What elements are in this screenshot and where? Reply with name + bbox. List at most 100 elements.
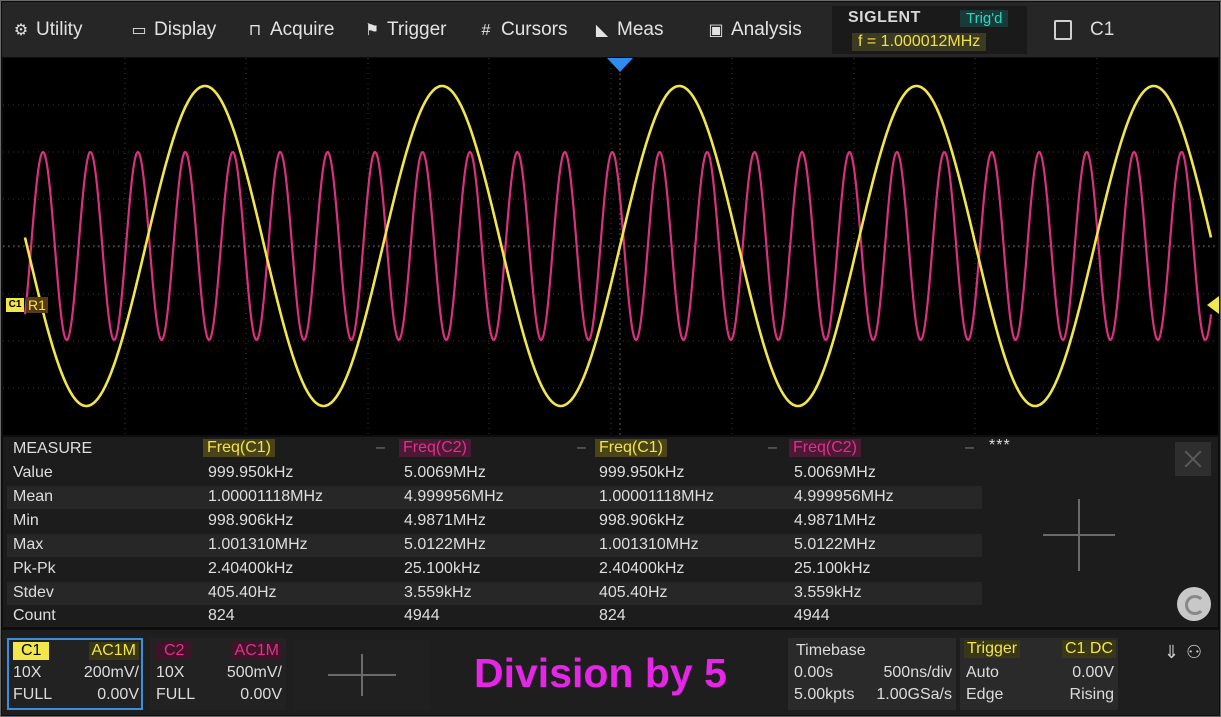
measure-cell: 4944 [794,607,830,624]
timebase-settings[interactable]: Timebase 0.00s 500ns/div 5.00kpts 1.00GS… [788,638,956,710]
trigger-type: Edge [966,686,1004,703]
channel2-name: C2 [156,642,193,660]
measure-cell: 824 [599,607,626,624]
measure-row: Value 999.950kHz 5.0069MHz 999.950kHz 5.… [7,462,982,485]
measure-cell: 998.906kHz [208,512,294,529]
measure-row-label: Max [13,536,44,553]
measure-cell: 3.559kHz [794,584,862,601]
trigger-mode: Auto [966,664,999,681]
measure-row: Count 824 4944 824 4944 [7,605,982,628]
menu-trigger-label: Trigger [387,19,447,40]
menu-acquire-label: Acquire [270,19,335,40]
measure-cell: 2.40400kHz [208,560,294,577]
measure-cell: 4.999956MHz [404,488,504,505]
analysis-icon: ▣ [708,22,724,39]
menu-cursors-label: Cursors [501,19,568,40]
flag-icon: ⚑ [364,22,380,39]
trigger-frequency-readout: f = 1.000012MHz [852,33,987,51]
measure-row: Stdev 405.40Hz 3.559kHz 405.40Hz 3.559kH… [7,582,982,605]
reset-statistics-icon[interactable] [1177,587,1211,621]
measure-cell: 998.906kHz [599,512,685,529]
menu-display[interactable]: ▭ Display [130,15,216,45]
channel1-offset-marker[interactable]: C1 [6,298,24,312]
timebase-title: Timebase [796,642,866,659]
trigger-status-panel: SIGLENT Trig'd f = 1.000012MHz [832,6,1027,54]
measure-cell: 4.999956MHz [794,488,894,505]
measure-row-label: Stdev [13,584,54,601]
active-channel-label: C1 [1090,19,1115,40]
timebase-delay: 0.00s [794,664,834,681]
measure-cell: 405.40Hz [599,584,668,601]
measure-cell: 5.0122MHz [404,536,486,553]
channel1-settings[interactable]: C1 AC1M 10X 200mV/ FULL 0.00V [7,638,143,710]
add-measurement-plus-icon[interactable] [1043,499,1115,571]
network-icon: ⚇ [1186,642,1203,662]
measure-cell: 5.0122MHz [794,536,876,553]
timebase-sample-rate: 1.00GSa/s [876,686,952,703]
active-channel-indicator[interactable]: C1 [1054,15,1114,45]
measure-cell: 25.100kHz [404,560,481,577]
measure-row-label: Mean [13,488,54,505]
measure-header-freq-c1[interactable]: Freq(C1) [595,439,668,457]
waveform-canvas [3,58,1218,435]
trigger-level-arrow-icon[interactable] [1207,296,1219,314]
status-bar: C1 AC1M 10X 200mV/ FULL 0.00V C2 AC1M 10… [2,630,1219,715]
trigger-settings[interactable]: Trigger C1 DC Auto 0.00V Edge Rising [960,638,1118,710]
measure-row: Max 1.001310MHz 5.0122MHz 1.001310MHz 5.… [7,534,982,557]
measure-header-dash: – [577,439,586,456]
channel1-scale: 200mV/ [83,664,139,681]
measure-cell: 5.0069MHz [404,464,486,481]
measure-header-dash: – [768,439,777,456]
menu-display-label: Display [154,19,217,40]
measure-cell: 5.0069MHz [794,464,876,481]
measure-more-indicator[interactable]: *** [989,437,1011,455]
menu-meas[interactable]: ◣ Meas [593,15,664,45]
measure-panel: MEASURE Freq(C1) – Freq(C2) – Freq(C1) –… [3,437,1218,627]
channel1-bandwidth: FULL [13,686,53,703]
channel1-coupling: AC1M [88,642,139,660]
measure-cell: 4.9871MHz [794,512,876,529]
channel2-offset: 0.00V [240,686,282,703]
usb-icon: ⇓ [1164,642,1180,662]
measure-cell: 25.100kHz [794,560,871,577]
menu-utility[interactable]: ⚙ Utility [12,15,83,45]
measure-cell: 824 [208,607,235,624]
brand-logo: SIGLENT [848,9,921,26]
menu-bar: ⚙ Utility ▭ Display ⊓ Acquire ⚑ Trigger # Cur… [2,2,1219,57]
measure-row-label: Min [13,512,39,529]
menu-trigger[interactable]: ⚑ Trigger [363,15,447,45]
measure-header-freq-c1[interactable]: Freq(C1) [203,439,276,457]
trigger-position-arrow-icon[interactable] [607,58,633,72]
acquire-icon: ⊓ [248,22,262,39]
channel2-scale: 500mV/ [226,664,282,681]
waveform-display[interactable]: C1 R1 [3,58,1219,435]
measure-header-freq-c2[interactable]: Freq(C2) [399,439,472,457]
display-icon: ▭ [131,22,147,39]
reference-r1-label: R1 [26,297,48,313]
menu-acquire[interactable]: ⊓ Acquire [246,15,335,45]
measure-cell: 999.950kHz [208,464,294,481]
channel2-settings[interactable]: C2 AC1M 10X 500mV/ FULL 0.00V [150,638,286,710]
measure-header-freq-c2[interactable]: Freq(C2) [789,439,862,457]
measure-row: Mean 1.00001118MHz 4.999956MHz 1.0000111… [7,486,982,509]
battery-icon [1054,19,1072,40]
measure-cell: 1.00001118MHz [208,488,324,505]
measure-row: Min 998.906kHz 4.9871MHz 998.906kHz 4.98… [7,510,982,533]
menu-cursors[interactable]: # Cursors [477,15,568,45]
channel2-coupling: AC1M [231,642,282,660]
add-channel-plus-icon[interactable] [294,640,430,710]
measure-cell: 2.40400kHz [599,560,685,577]
menu-analysis[interactable]: ▣ Analysis [707,15,802,45]
measure-row-label: Value [13,464,53,481]
channel2-probe: 10X [156,664,185,681]
timebase-scale: 500ns/div [883,664,953,681]
measure-cell: 999.950kHz [599,464,685,481]
trigger-source: C1 DC [1061,640,1116,658]
timebase-memory: 5.00kpts [794,686,855,703]
measure-header-dash: – [376,439,385,456]
menu-analysis-label: Analysis [731,19,802,40]
measure-row-label: Count [13,607,56,624]
measure-close-button[interactable] [1175,442,1211,476]
meas-icon: ◣ [595,22,609,39]
menu-meas-label: Meas [617,19,664,40]
